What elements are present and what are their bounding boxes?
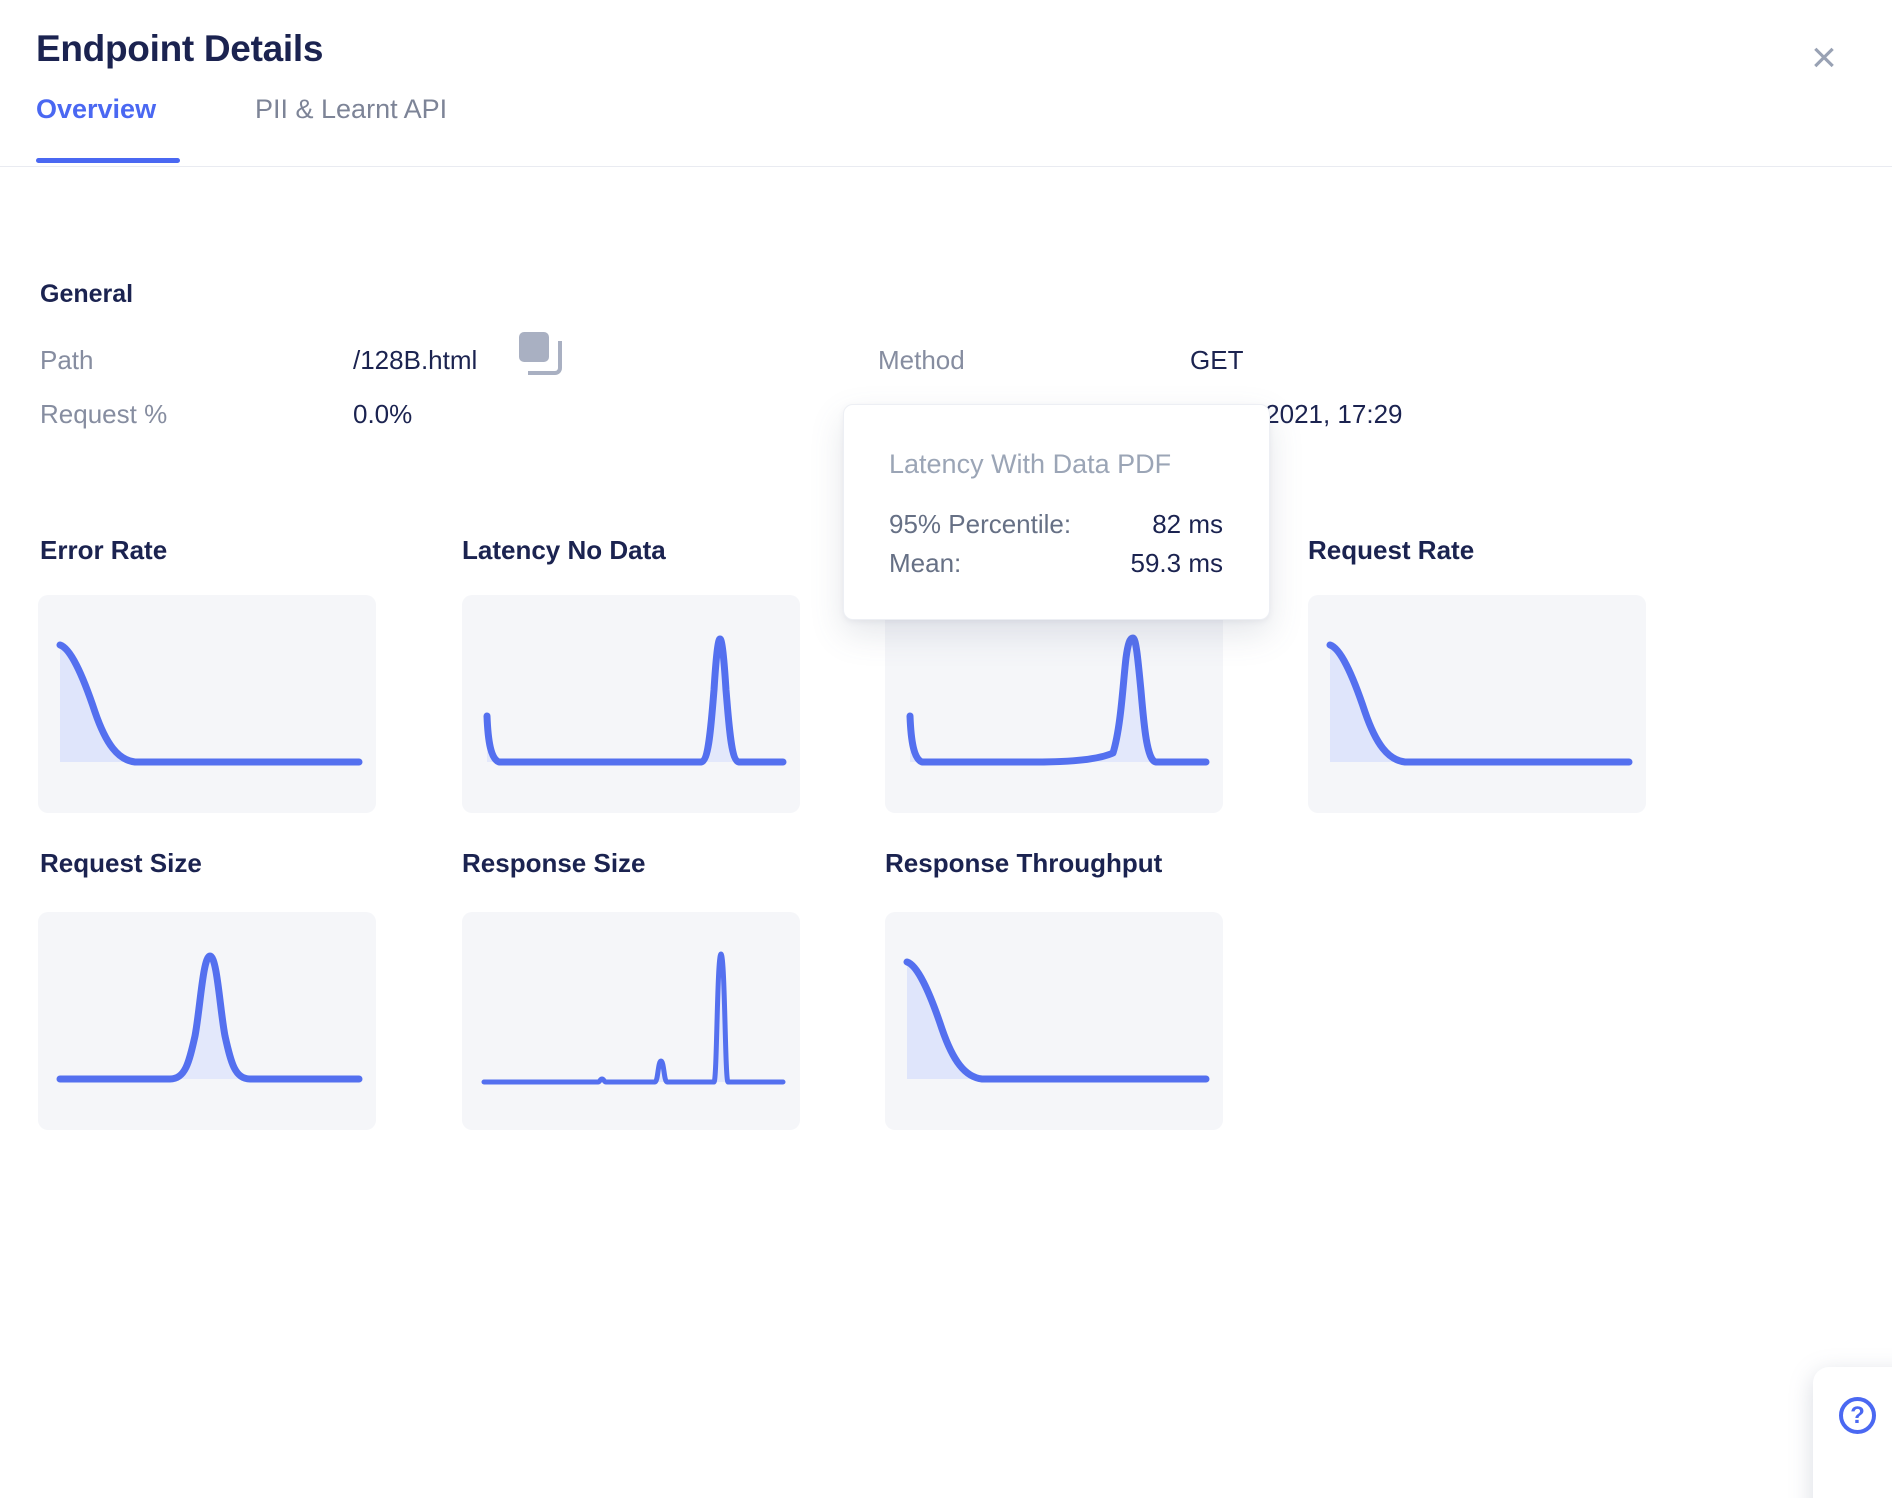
chart-title-request-size: Request Size	[40, 848, 202, 879]
chart-title-error-rate: Error Rate	[40, 535, 167, 566]
tooltip-percentile-label: 95% Percentile:	[889, 508, 1071, 540]
close-button[interactable]: ×	[1798, 32, 1850, 84]
latency-with-data-tooltip: Latency With Data PDF 95% Percentile: 82…	[843, 404, 1270, 620]
path-value: /128B.html	[353, 344, 477, 376]
request-percent-label: Request %	[40, 398, 167, 430]
tooltip-percentile-value: 82 ms	[1152, 508, 1223, 540]
response-throughput-sparkline	[885, 912, 1223, 1130]
close-icon: ×	[1811, 33, 1837, 82]
error-rate-sparkline	[38, 595, 376, 813]
tab-overview[interactable]: Overview	[36, 94, 156, 125]
tooltip-mean-label: Mean:	[889, 547, 961, 579]
copy-icon	[517, 330, 563, 378]
method-label: Method	[878, 344, 965, 376]
chart-title-response-size: Response Size	[462, 848, 646, 879]
latency-no-data-sparkline	[462, 595, 800, 813]
chart-title-response-throughput: Response Throughput	[885, 848, 1162, 879]
response-size-sparkline	[462, 912, 800, 1130]
help-button[interactable]: ?	[1813, 1367, 1892, 1498]
latency-with-data-chart[interactable]	[885, 595, 1223, 813]
request-size-chart[interactable]	[38, 912, 376, 1130]
latency-with-data-sparkline	[885, 595, 1223, 813]
request-percent-value: 0.0%	[353, 398, 412, 430]
method-value: GET	[1190, 344, 1243, 376]
page-title: Endpoint Details	[36, 28, 323, 70]
path-label: Path	[40, 344, 94, 376]
tooltip-mean-value: 59.3 ms	[1131, 547, 1224, 579]
endpoint-details-modal: Endpoint Details × Overview PII & Learnt…	[0, 0, 1892, 1498]
tabs-divider	[0, 166, 1892, 167]
copy-path-button[interactable]	[517, 330, 563, 378]
request-rate-chart[interactable]	[1308, 595, 1646, 813]
tooltip-title: Latency With Data PDF	[889, 449, 1171, 480]
latency-no-data-chart[interactable]	[462, 595, 800, 813]
request-rate-sparkline	[1308, 595, 1646, 813]
error-rate-chart[interactable]	[38, 595, 376, 813]
chart-title-latency-no-data: Latency No Data	[462, 535, 666, 566]
request-size-sparkline	[38, 912, 376, 1130]
tab-pii-learnt-api[interactable]: PII & Learnt API	[255, 94, 447, 125]
question-mark-icon: ?	[1839, 1397, 1876, 1434]
general-section-heading: General	[40, 280, 133, 309]
active-tab-indicator	[36, 158, 180, 163]
response-throughput-chart[interactable]	[885, 912, 1223, 1130]
response-size-chart[interactable]	[462, 912, 800, 1130]
chart-title-request-rate: Request Rate	[1308, 535, 1474, 566]
